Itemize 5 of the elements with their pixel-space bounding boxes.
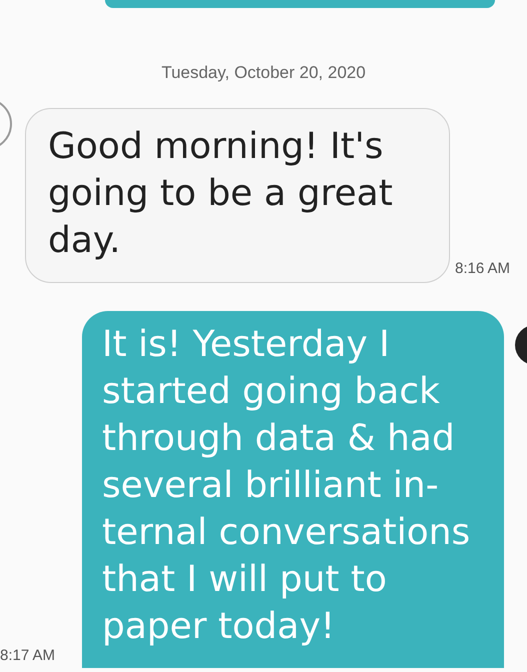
timestamp: 8:16 AM: [455, 259, 510, 279]
date-divider: Tuesday, October 20, 2020: [161, 62, 366, 84]
timestamp: 8:17 AM: [0, 646, 56, 666]
message-bubble: Good morning! It's going to be a great day.: [25, 108, 450, 282]
message-bubble: It is! Yesterday I started going back through data & had several brilliant in-ternal conversations that I will put to paper today!: [82, 310, 504, 668]
